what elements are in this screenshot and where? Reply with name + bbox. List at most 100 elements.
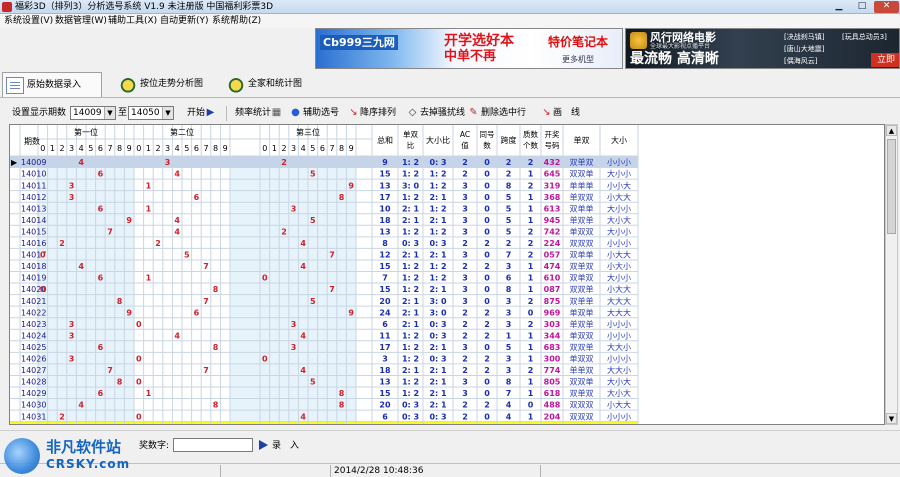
row-digit-mark: 4 — [78, 158, 84, 167]
row-bs: 3: 0 — [429, 297, 447, 306]
row-num: 969 — [544, 308, 561, 317]
row-period: 14021 — [21, 297, 46, 306]
row-digit-mark: 0 — [40, 251, 46, 260]
row-bsp: 小大大 — [607, 284, 631, 294]
row-oep: 双双单 — [570, 284, 594, 294]
tab-raw-data-entry[interactable]: 原始数据录入 — [2, 72, 102, 97]
row-same: 2 — [484, 239, 490, 248]
app-icon — [2, 2, 12, 12]
row-digit-mark: 4 — [174, 331, 180, 340]
row-prime: 1 — [528, 412, 534, 421]
minimize-button[interactable]: ▁ — [828, 1, 850, 13]
ad-link[interactable]: [玩具总动员3] — [842, 31, 887, 43]
header-digit: 9 — [127, 144, 132, 153]
row-oep: 单双双 — [570, 354, 594, 364]
row-oe: 1: 2 — [402, 285, 419, 294]
row-oep: 双单双 — [570, 157, 594, 167]
play-icon — [259, 440, 268, 450]
row-span: 5 — [506, 193, 512, 202]
ad-link[interactable]: [决战刹马镇] — [784, 31, 824, 43]
row-digit-mark: 1 — [146, 204, 152, 213]
row-bsp: 大大大 — [607, 296, 631, 306]
row-bsp: 大大小 — [607, 365, 631, 375]
ad-link[interactable]: [偶海风云] — [784, 55, 817, 67]
close-button[interactable]: ✕ — [874, 1, 899, 13]
row-ac: 3 — [462, 181, 468, 190]
delete-row-button[interactable]: 删除选中行 — [481, 107, 526, 119]
header-prime_count: 质数 — [523, 129, 538, 139]
row-digit-mark: 6 — [194, 308, 200, 317]
enter-button[interactable]: 录 入 — [272, 440, 299, 452]
start-button[interactable]: 开始 — [187, 107, 205, 119]
row-period: 14024 — [21, 331, 46, 340]
window-title: 福彩3D（排列3）分析选号系统 V1.9 未注册版 中国福利彩票3D — [15, 2, 274, 12]
chevron-down-icon: ▼ — [162, 107, 173, 119]
row-same: 0 — [484, 343, 490, 352]
freq-row — [10, 421, 638, 424]
vertical-scrollbar[interactable]: ▲ ▼ — [885, 124, 898, 425]
header-number: 开奖 — [545, 129, 560, 139]
row-oe: 2: 1 — [402, 366, 420, 375]
assist-select-button[interactable]: 辅助选号 — [303, 107, 339, 119]
ad-banner-laptop[interactable]: Cb999三九网 开学选好本 中单不再 特价笔记本 更多机型 — [315, 28, 623, 69]
header-digit: 4 — [175, 144, 180, 153]
row-bs: 2: 1 — [429, 193, 447, 202]
header-pos2: 第二位 — [170, 127, 194, 137]
row-digit-mark: 8 — [339, 389, 345, 398]
ad-banner-movie[interactable]: 风行网络电影 全球最大影视点播平台 最流畅 高清晰 [决战刹马镇] [玩具总动员… — [625, 28, 900, 69]
sort-arrow-icon: ↘ — [349, 107, 358, 118]
row-period: 14026 — [21, 355, 46, 364]
menu-data-management[interactable]: 数据管理(W) — [55, 15, 107, 27]
row-bsp: 小大大 — [607, 400, 631, 410]
ad-more-link[interactable]: 更多机型 — [562, 55, 594, 65]
movie-logo-icon — [630, 32, 647, 49]
row-oep: 单单单 — [570, 180, 594, 190]
row-sum: 15 — [379, 389, 391, 398]
row-same: 0 — [484, 193, 490, 202]
scroll-up-icon[interactable]: ▲ — [886, 125, 897, 136]
tab-position-trend[interactable]: 按位走势分析图 — [116, 72, 216, 97]
row-num: 204 — [544, 412, 561, 421]
menu-tools[interactable]: 辅助工具(X) — [108, 15, 157, 27]
row-digit-mark: 3 — [291, 204, 297, 213]
from-period-select[interactable]: 14009 ▼ — [70, 106, 116, 120]
header-digit: 9 — [223, 144, 228, 153]
row-same: 0 — [484, 297, 490, 306]
watermark-logo-icon — [4, 438, 40, 474]
menu-auto-update[interactable]: 自动更新(Y) — [160, 15, 209, 27]
draw-line-button[interactable]: 画 线 — [553, 107, 580, 119]
row-period: 14027 — [21, 366, 46, 375]
header-digit: 6 — [98, 144, 103, 153]
scroll-down-icon[interactable]: ▼ — [886, 413, 897, 424]
descending-button[interactable]: 降序排列 — [360, 107, 396, 119]
header-digit: 5 — [184, 144, 189, 153]
row-oep: 双单单 — [570, 296, 594, 306]
row-digit-mark: 7 — [203, 297, 209, 306]
brush-icon: ✎ — [469, 107, 478, 118]
header-odd_even: 单双 — [574, 135, 590, 145]
scroll-thumb[interactable] — [887, 139, 896, 234]
ad-go-button[interactable]: 立即 — [871, 53, 899, 67]
row-bsp: 大小小 — [607, 273, 631, 283]
ad-link[interactable]: [唐山大地震] — [784, 43, 824, 55]
row-oe: 2: 1 — [402, 216, 420, 225]
header-digit: 3 — [291, 144, 296, 153]
row-ac: 3 — [462, 378, 468, 387]
row-prime: 1 — [528, 262, 534, 271]
menu-help[interactable]: 系统帮助(Z) — [212, 15, 261, 27]
chevron-down-icon: ▼ — [104, 107, 115, 119]
row-ac: 3 — [462, 227, 468, 236]
row-period: 14019 — [21, 274, 46, 283]
data-grid[interactable]: 期数 第一位 0 1 2 3 4 5 6 7 8 9 第二位 0 1 2 3 4 5 6 7 8 9 第三位 0 1 2 3 4 5 6 7 8… — [9, 124, 885, 425]
to-period-select[interactable]: 14050 ▼ — [128, 106, 174, 120]
award-number-input[interactable] — [173, 438, 253, 452]
row-digit-mark: 8 — [213, 401, 219, 410]
row-num: 432 — [544, 158, 561, 167]
maximize-button[interactable]: □ — [851, 1, 873, 13]
menu-system-settings[interactable]: 系统设置(V) — [4, 15, 53, 27]
row-period: 14025 — [21, 343, 46, 352]
remove-lines-button[interactable]: 去掉骚扰线 — [420, 107, 465, 119]
row-same: 0 — [484, 158, 490, 167]
tab-family-sum-stats[interactable]: 全家和统计图 — [224, 72, 324, 97]
freq-stats-button[interactable]: 频率统计 — [235, 107, 271, 119]
